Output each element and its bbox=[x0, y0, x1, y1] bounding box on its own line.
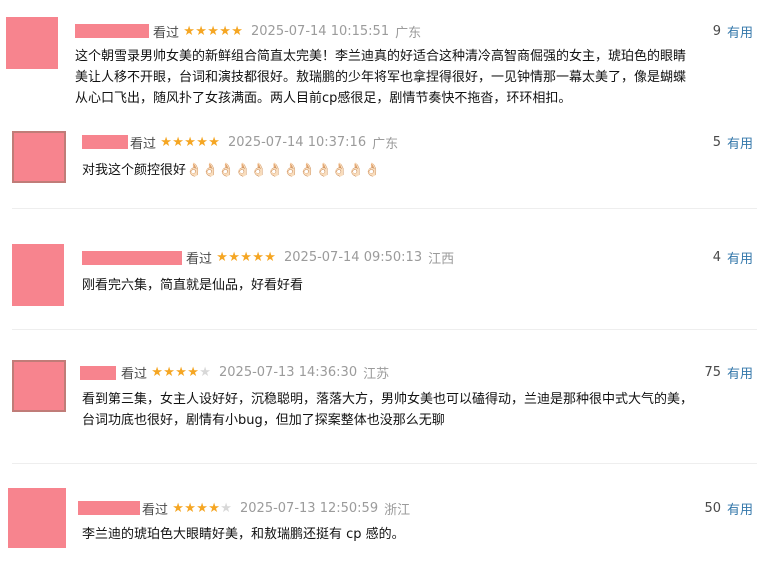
star-icon: ★ bbox=[228, 249, 240, 265]
useful-button[interactable]: 有用 bbox=[727, 133, 753, 152]
rating-stars: ★ ★ ★ ★ ★ bbox=[160, 136, 220, 149]
comment-text: 李兰迪的琥珀色大眼睛好美，和敖瑞鹏还挺有 cp 感的。 bbox=[82, 524, 405, 545]
comment-text-line: 从心口飞出，随风扑了女孩满面。两人目前cp感很足，剧情节奏快不拖沓，环环相扣。 bbox=[75, 91, 572, 106]
star-icon: ★ bbox=[220, 500, 232, 516]
star-icon: ★ bbox=[183, 23, 195, 39]
divider bbox=[12, 208, 757, 209]
username-redacted[interactable] bbox=[82, 251, 182, 265]
comment-text: 刚看完六集，简直就是仙品，好看好看 bbox=[82, 275, 303, 296]
comment-text-line: 这个朝雪录男帅女美的新鲜组合简直太完美！李兰迪真的好适合这种清冷高智商倔强的女主… bbox=[75, 49, 687, 64]
comment-location: 浙江 bbox=[384, 502, 411, 518]
vote-count: 75 bbox=[704, 364, 721, 380]
vote-count: 4 bbox=[712, 249, 721, 265]
star-icon: ★ bbox=[172, 500, 184, 516]
star-icon: ★ bbox=[199, 364, 211, 380]
username-redacted[interactable] bbox=[75, 24, 149, 38]
star-icon: ★ bbox=[196, 500, 208, 516]
watched-status: 看过 bbox=[142, 502, 169, 518]
star-icon: ★ bbox=[184, 500, 196, 516]
comment-text-line: 美让人移不开眼，台词和演技都很好。敖瑞鹏的少年将军也拿捏得很好，一见钟情那一幕太… bbox=[75, 70, 687, 85]
star-icon: ★ bbox=[207, 23, 219, 39]
comment-meta: 看过 ★ ★ ★ ★ ★ 2025-07-14 09:50:13 江西 bbox=[186, 247, 454, 267]
watched-status: 看过 bbox=[121, 366, 148, 382]
username-redacted[interactable] bbox=[82, 135, 128, 149]
avatar[interactable] bbox=[12, 244, 64, 306]
vote-area: 50 有用 bbox=[704, 498, 753, 518]
comment-item: 看过 ★ ★ ★ ★ ★ 2025-07-14 10:37:16 广东 5 有用 对我这… bbox=[0, 120, 769, 210]
star-icon: ★ bbox=[240, 249, 252, 265]
star-icon: ★ bbox=[216, 249, 228, 265]
star-icon: ★ bbox=[252, 249, 264, 265]
star-icon: ★ bbox=[187, 364, 199, 380]
comment-text: 对我这个颜控很好👌🏻👌🏻👌🏻👌🏻👌🏻👌🏻👌🏻👌🏻👌🏻👌🏻👌🏻👌🏻 bbox=[82, 160, 380, 181]
comment-text-line: 李兰迪的琥珀色大眼睛好美，和敖瑞鹏还挺有 cp 感的。 bbox=[82, 527, 405, 542]
avatar[interactable] bbox=[8, 488, 66, 548]
star-icon: ★ bbox=[196, 134, 208, 150]
vote-area: 75 有用 bbox=[704, 362, 753, 382]
comment-text-line: 看到第三集，女主人设好好，沉稳聪明，落落大方，男帅女美也可以磕得动，兰迪是那种很… bbox=[82, 392, 694, 407]
rating-stars: ★ ★ ★ ★ ★ bbox=[172, 502, 232, 515]
star-icon: ★ bbox=[175, 364, 187, 380]
vote-area: 5 有用 bbox=[713, 132, 753, 152]
comment-time: 2025-07-14 09:50:13 bbox=[284, 249, 423, 265]
vote-area: 4 有用 bbox=[713, 247, 753, 267]
star-icon: ★ bbox=[208, 134, 220, 150]
star-icon: ★ bbox=[160, 134, 172, 150]
watched-status: 看过 bbox=[153, 25, 180, 41]
avatar[interactable] bbox=[12, 131, 66, 183]
star-icon: ★ bbox=[208, 500, 220, 516]
avatar[interactable] bbox=[12, 360, 66, 412]
star-icon: ★ bbox=[219, 23, 231, 39]
useful-button[interactable]: 有用 bbox=[727, 363, 753, 382]
comment-item: 看过 ★ ★ ★ ★ ★ 2025-07-14 09:50:13 江西 4 有用 刚看完… bbox=[0, 236, 769, 326]
comment-text-line: 刚看完六集，简直就是仙品，好看好看 bbox=[82, 278, 304, 293]
comment-item: 看过 ★ ★ ★ ★ ★ 2025-07-13 14:36:30 江苏 75 有用 看到… bbox=[0, 352, 769, 462]
divider bbox=[12, 329, 757, 330]
vote-count: 9 bbox=[712, 23, 721, 39]
star-icon: ★ bbox=[163, 364, 175, 380]
divider bbox=[12, 463, 757, 464]
comment-text: 这个朝雪录男帅女美的新鲜组合简直太完美！李兰迪真的好适合这种清冷高智商倔强的女主… bbox=[75, 46, 686, 109]
comment-meta: 看过 ★ ★ ★ ★ ★ 2025-07-14 10:37:16 广东 bbox=[130, 132, 398, 152]
comment-text-line: 台词功底也很好，剧情有小bug，但加了探案整体也没那么无聊 bbox=[82, 413, 445, 428]
comment-location: 江西 bbox=[428, 251, 455, 267]
avatar[interactable] bbox=[6, 17, 58, 69]
watched-status: 看过 bbox=[130, 136, 157, 152]
vote-area: 9 有用 bbox=[713, 21, 753, 41]
comment-item: 看过 ★ ★ ★ ★ ★ 2025-07-13 12:50:59 浙江 50 有用 李兰… bbox=[0, 486, 769, 562]
comment-location: 江苏 bbox=[363, 366, 390, 382]
vote-count: 5 bbox=[712, 134, 721, 150]
star-icon: ★ bbox=[264, 249, 276, 265]
comment-time: 2025-07-14 10:15:51 bbox=[251, 23, 390, 39]
star-icon: ★ bbox=[151, 364, 163, 380]
rating-stars: ★ ★ ★ ★ ★ bbox=[183, 25, 243, 38]
comment-meta: 看过 ★ ★ ★ ★ ★ 2025-07-14 10:15:51 广东 bbox=[153, 21, 421, 41]
comment-location: 广东 bbox=[372, 136, 399, 152]
comment-meta: 看过 ★ ★ ★ ★ ★ 2025-07-13 14:36:30 江苏 bbox=[121, 362, 389, 382]
comment-time: 2025-07-13 14:36:30 bbox=[219, 364, 358, 380]
watched-status: 看过 bbox=[186, 251, 213, 267]
star-icon: ★ bbox=[195, 23, 207, 39]
comment-text: 看到第三集，女主人设好好，沉稳聪明，落落大方，男帅女美也可以磕得动，兰迪是那种很… bbox=[82, 389, 693, 431]
comment-text-line: 对我这个颜控很好👌🏻👌🏻👌🏻👌🏻👌🏻👌🏻👌🏻👌🏻👌🏻👌🏻👌🏻👌🏻 bbox=[82, 163, 381, 178]
comment-time: 2025-07-13 12:50:59 bbox=[240, 500, 379, 516]
star-icon: ★ bbox=[184, 134, 196, 150]
star-icon: ★ bbox=[231, 23, 243, 39]
useful-button[interactable]: 有用 bbox=[727, 22, 753, 41]
useful-button[interactable]: 有用 bbox=[727, 248, 753, 267]
username-redacted[interactable] bbox=[78, 501, 140, 515]
comment-meta: 看过 ★ ★ ★ ★ ★ 2025-07-13 12:50:59 浙江 bbox=[142, 498, 410, 518]
useful-button[interactable]: 有用 bbox=[727, 499, 753, 518]
comment-time: 2025-07-14 10:37:16 bbox=[228, 134, 367, 150]
star-icon: ★ bbox=[172, 134, 184, 150]
comment-location: 广东 bbox=[395, 25, 422, 41]
comment-item: 看过 ★ ★ ★ ★ ★ 2025-07-14 10:15:51 广东 9 有用 这个朝… bbox=[0, 0, 769, 120]
vote-count: 50 bbox=[704, 500, 721, 516]
rating-stars: ★ ★ ★ ★ ★ bbox=[151, 366, 211, 379]
username-redacted[interactable] bbox=[80, 366, 116, 380]
rating-stars: ★ ★ ★ ★ ★ bbox=[216, 251, 276, 264]
